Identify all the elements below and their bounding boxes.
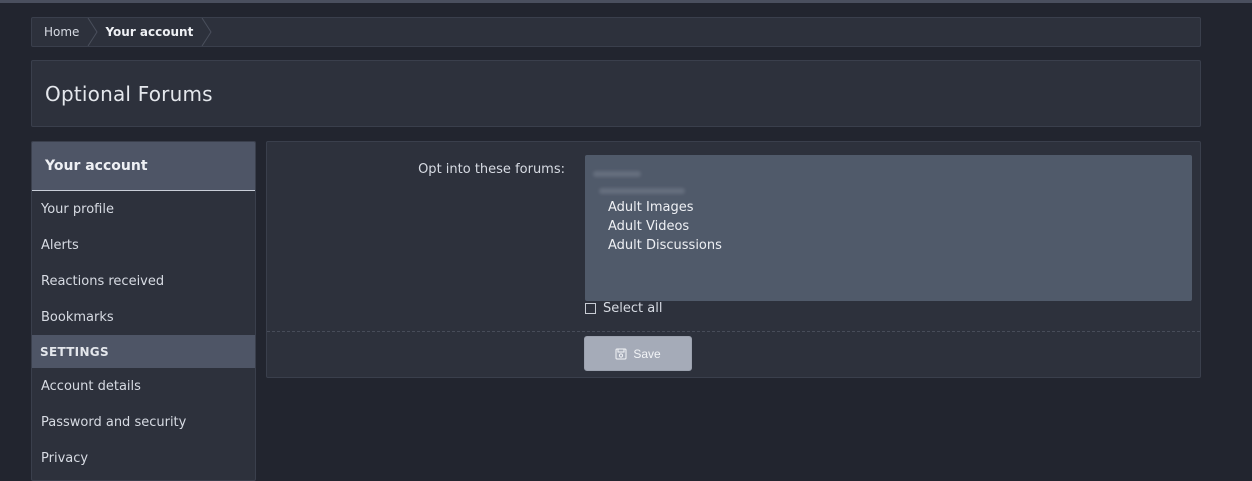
forums-select-list[interactable]: Adult Images Adult Videos Adult Discussi…: [585, 155, 1192, 301]
breadcrumb-your-account-label: Your account: [105, 25, 194, 39]
sidebar-header[interactable]: Your account: [32, 142, 255, 191]
sidebar-item-reactions-received[interactable]: Reactions received: [32, 263, 255, 299]
blurred-category-label: [593, 171, 641, 177]
forums-field-label: Opt into these forums:: [418, 162, 565, 177]
breadcrumb: Home Your account: [31, 17, 1201, 47]
sidebar-section-settings: SETTINGS: [32, 335, 255, 368]
page-title: Optional Forums: [45, 81, 213, 106]
chevron-right-icon: [201, 18, 212, 46]
blurred-category-label: [599, 188, 685, 194]
sidebar-item-alerts[interactable]: Alerts: [32, 227, 255, 263]
breadcrumb-your-account[interactable]: Your account: [93, 18, 212, 46]
forum-option-adult-videos[interactable]: Adult Videos: [608, 219, 689, 234]
sidebar-item-bookmarks[interactable]: Bookmarks: [32, 299, 255, 335]
sidebar-item-account-details[interactable]: Account details: [32, 368, 255, 404]
optional-forums-form: Opt into these forums: Adult Images Adul…: [266, 141, 1201, 378]
breadcrumb-home-label: Home: [44, 25, 80, 39]
forum-option-adult-discussions[interactable]: Adult Discussions: [608, 238, 722, 253]
breadcrumb-home[interactable]: Home: [32, 18, 99, 46]
page-header: Optional Forums: [31, 60, 1201, 127]
save-button-label: Save: [633, 346, 661, 361]
sidebar-item-password-security[interactable]: Password and security: [32, 404, 255, 440]
sidebar-item-your-profile[interactable]: Your profile: [32, 191, 255, 227]
forum-option-adult-images[interactable]: Adult Images: [608, 200, 693, 215]
save-button[interactable]: Save: [584, 336, 692, 371]
form-divider: [267, 331, 1200, 332]
select-all-control[interactable]: Select all: [585, 301, 662, 316]
select-all-label: Select all: [603, 301, 663, 316]
top-accent-bar: [0, 0, 1252, 3]
save-icon: [615, 348, 627, 359]
sidebar-item-privacy[interactable]: Privacy: [32, 440, 255, 476]
account-sidebar: Your account Your profile Alerts Reactio…: [31, 141, 256, 481]
select-all-checkbox[interactable]: [585, 303, 596, 314]
